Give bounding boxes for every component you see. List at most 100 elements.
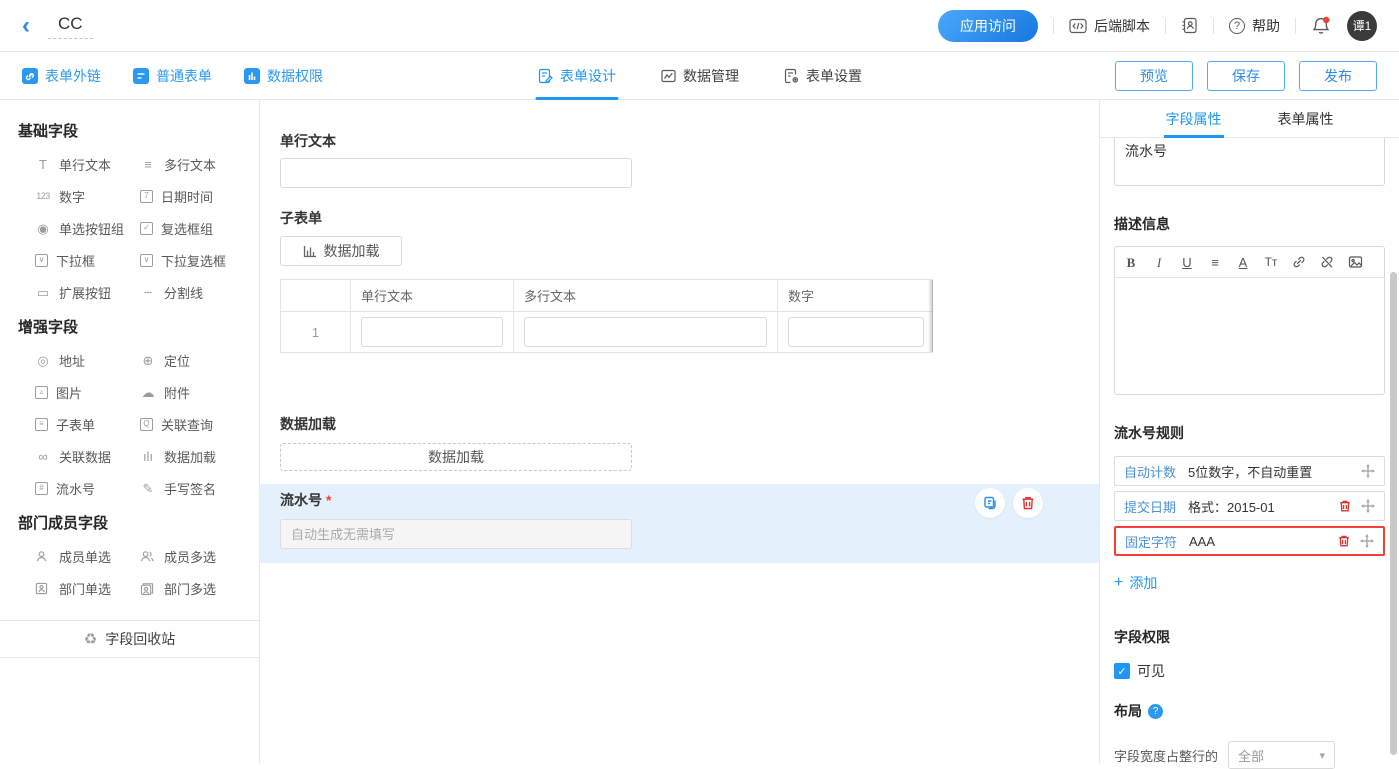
field-item-linked-data[interactable]: ∞关联数据: [35, 440, 140, 472]
font-color-icon[interactable]: A: [1236, 256, 1250, 269]
delete-field-button[interactable]: [1013, 488, 1043, 518]
publish-button[interactable]: 发布: [1299, 61, 1377, 91]
pill-button-icon: ▭: [35, 286, 51, 299]
notification-bell-button[interactable]: [1311, 16, 1331, 36]
underline-icon[interactable]: U: [1180, 256, 1194, 269]
field-item-extend-button[interactable]: ▭扩展按钮: [35, 276, 140, 308]
field-item-single-line-text[interactable]: T单行文本: [35, 148, 140, 180]
subform-number-input[interactable]: [788, 317, 924, 347]
data-permission-button[interactable]: 数据权限: [244, 66, 323, 86]
data-load-placeholder-button[interactable]: 数据加载: [280, 443, 632, 471]
field-item-address[interactable]: ◎地址: [35, 344, 140, 376]
address-book-button[interactable]: [1181, 17, 1198, 34]
field-item-select[interactable]: ∨下拉框: [35, 244, 140, 276]
rule-type-link[interactable]: 自动计数: [1124, 462, 1176, 481]
form-external-link-button[interactable]: 表单外链: [22, 66, 101, 86]
serial-number-field-selected[interactable]: 流水号*: [260, 484, 1099, 563]
backend-script-label: 后端脚本: [1094, 16, 1150, 36]
field-item-member-single[interactable]: 成员单选: [35, 540, 140, 572]
align-icon[interactable]: ≡: [1208, 256, 1222, 269]
checkbox-checked-icon[interactable]: ✓: [1114, 663, 1130, 679]
tab-field-properties[interactable]: 字段属性: [1164, 100, 1224, 137]
rule-row-auto-count[interactable]: 自动计数 5位数字，不自动重置: [1114, 456, 1385, 486]
avatar[interactable]: 谭1: [1347, 11, 1377, 41]
save-button[interactable]: 保存: [1207, 61, 1285, 91]
field-recycle-bin-button[interactable]: ♻ 字段回收站: [0, 620, 259, 658]
subform-text-input[interactable]: [361, 317, 503, 347]
tab-form-design[interactable]: 表单设计: [537, 52, 616, 100]
app-access-button[interactable]: 应用访问: [938, 10, 1038, 42]
delete-rule-icon[interactable]: [1338, 499, 1352, 513]
back-icon[interactable]: ‹: [22, 14, 30, 38]
copy-icon: [982, 495, 998, 511]
rule-type-link[interactable]: 提交日期: [1124, 497, 1176, 516]
italic-icon[interactable]: I: [1152, 256, 1166, 269]
serial-number-label-text: 流水号: [280, 492, 322, 508]
backend-script-button[interactable]: 后端脚本: [1069, 16, 1150, 36]
tab-data-management[interactable]: 数据管理: [660, 52, 739, 100]
field-item-department-single[interactable]: 部门单选: [35, 572, 140, 604]
drag-move-icon[interactable]: [1361, 464, 1375, 478]
tab-data-management-label: 数据管理: [683, 66, 739, 86]
layout-heading-text: 布局: [1114, 701, 1142, 721]
add-rule-button[interactable]: + 添加: [1114, 573, 1184, 593]
link-icon: [22, 68, 38, 84]
delete-rule-icon[interactable]: [1337, 534, 1351, 548]
field-item-serial-number[interactable]: #流水号: [35, 472, 140, 504]
field-item-signature[interactable]: ✎手写签名: [140, 472, 245, 504]
app-title[interactable]: CC: [48, 12, 93, 39]
visible-checkbox-row[interactable]: ✓ 可见: [1114, 661, 1385, 681]
drag-move-icon[interactable]: [1361, 499, 1375, 513]
remove-link-icon[interactable]: [1320, 255, 1334, 269]
tab-form-properties[interactable]: 表单属性: [1276, 100, 1336, 137]
field-item-label: 多行文本: [164, 155, 216, 174]
bold-icon[interactable]: B: [1124, 256, 1138, 269]
field-item-label: 关联数据: [59, 447, 111, 466]
rule-row-submit-date[interactable]: 提交日期 格式：2015-01: [1114, 491, 1385, 521]
font-size-icon[interactable]: Tт: [1264, 256, 1278, 268]
field-item-multi-line-text[interactable]: ≡多行文本: [140, 148, 245, 180]
field-title-input[interactable]: 流水号: [1114, 138, 1385, 186]
field-item-multi-select[interactable]: ∨下拉复选框: [140, 244, 245, 276]
serial-number-input[interactable]: [280, 519, 632, 549]
panel-scrollbar-thumb[interactable]: [1390, 272, 1397, 755]
field-item-label: 数据加载: [164, 447, 216, 466]
field-item-subform[interactable]: ≡子表单: [35, 408, 140, 440]
field-item-checkbox-group[interactable]: ✓复选框组: [140, 212, 245, 244]
single-line-text-field-input[interactable]: [280, 158, 632, 188]
field-item-radio-group[interactable]: ◉单选按钮组: [35, 212, 140, 244]
subform-textarea-input[interactable]: [524, 317, 767, 347]
field-item-label: 附件: [164, 383, 190, 402]
help-button[interactable]: ? 帮助: [1229, 16, 1280, 36]
field-item-label: 地址: [59, 351, 85, 370]
insert-image-icon[interactable]: [1348, 255, 1362, 269]
center-tabs: 表单设计 数据管理 表单设置: [537, 52, 862, 100]
copy-field-button[interactable]: [975, 488, 1005, 518]
subform-data-load-button[interactable]: 数据加载: [280, 236, 402, 266]
description-editor-area[interactable]: [1115, 278, 1384, 394]
field-item-image[interactable]: ▵图片: [35, 376, 140, 408]
data-load-icon: ılı: [140, 450, 156, 463]
drag-move-icon[interactable]: [1360, 534, 1374, 548]
field-item-datetime[interactable]: 7日期时间: [140, 180, 245, 212]
field-item-member-multi[interactable]: 成员多选: [140, 540, 245, 572]
description-heading: 描述信息: [1114, 214, 1385, 234]
field-item-data-load[interactable]: ılı 数据加载: [140, 440, 245, 472]
tab-form-settings[interactable]: 表单设置: [783, 52, 862, 100]
insert-link-icon[interactable]: [1292, 255, 1306, 269]
checkbox-icon: ✓: [140, 222, 153, 235]
field-item-number[interactable]: 123数字: [35, 180, 140, 212]
field-item-department-multi[interactable]: 部门多选: [140, 572, 245, 604]
field-item-divider[interactable]: ┄分割线: [140, 276, 245, 308]
rule-type-link[interactable]: 固定字符: [1125, 532, 1177, 551]
rule-row-fixed-chars-selected[interactable]: 固定字符 AAA: [1114, 526, 1385, 556]
field-item-linked-query[interactable]: Q关联查询: [140, 408, 245, 440]
field-item-label: 单行文本: [59, 155, 111, 174]
help-badge-icon[interactable]: ?: [1148, 704, 1163, 719]
field-item-attachment[interactable]: ☁附件: [140, 376, 245, 408]
field-item-label: 定位: [164, 351, 190, 370]
field-item-geolocation[interactable]: ⊕定位: [140, 344, 245, 376]
field-width-select[interactable]: 全部 ▾: [1228, 741, 1335, 769]
normal-form-button[interactable]: 普通表单: [133, 66, 212, 86]
preview-button[interactable]: 预览: [1115, 61, 1193, 91]
